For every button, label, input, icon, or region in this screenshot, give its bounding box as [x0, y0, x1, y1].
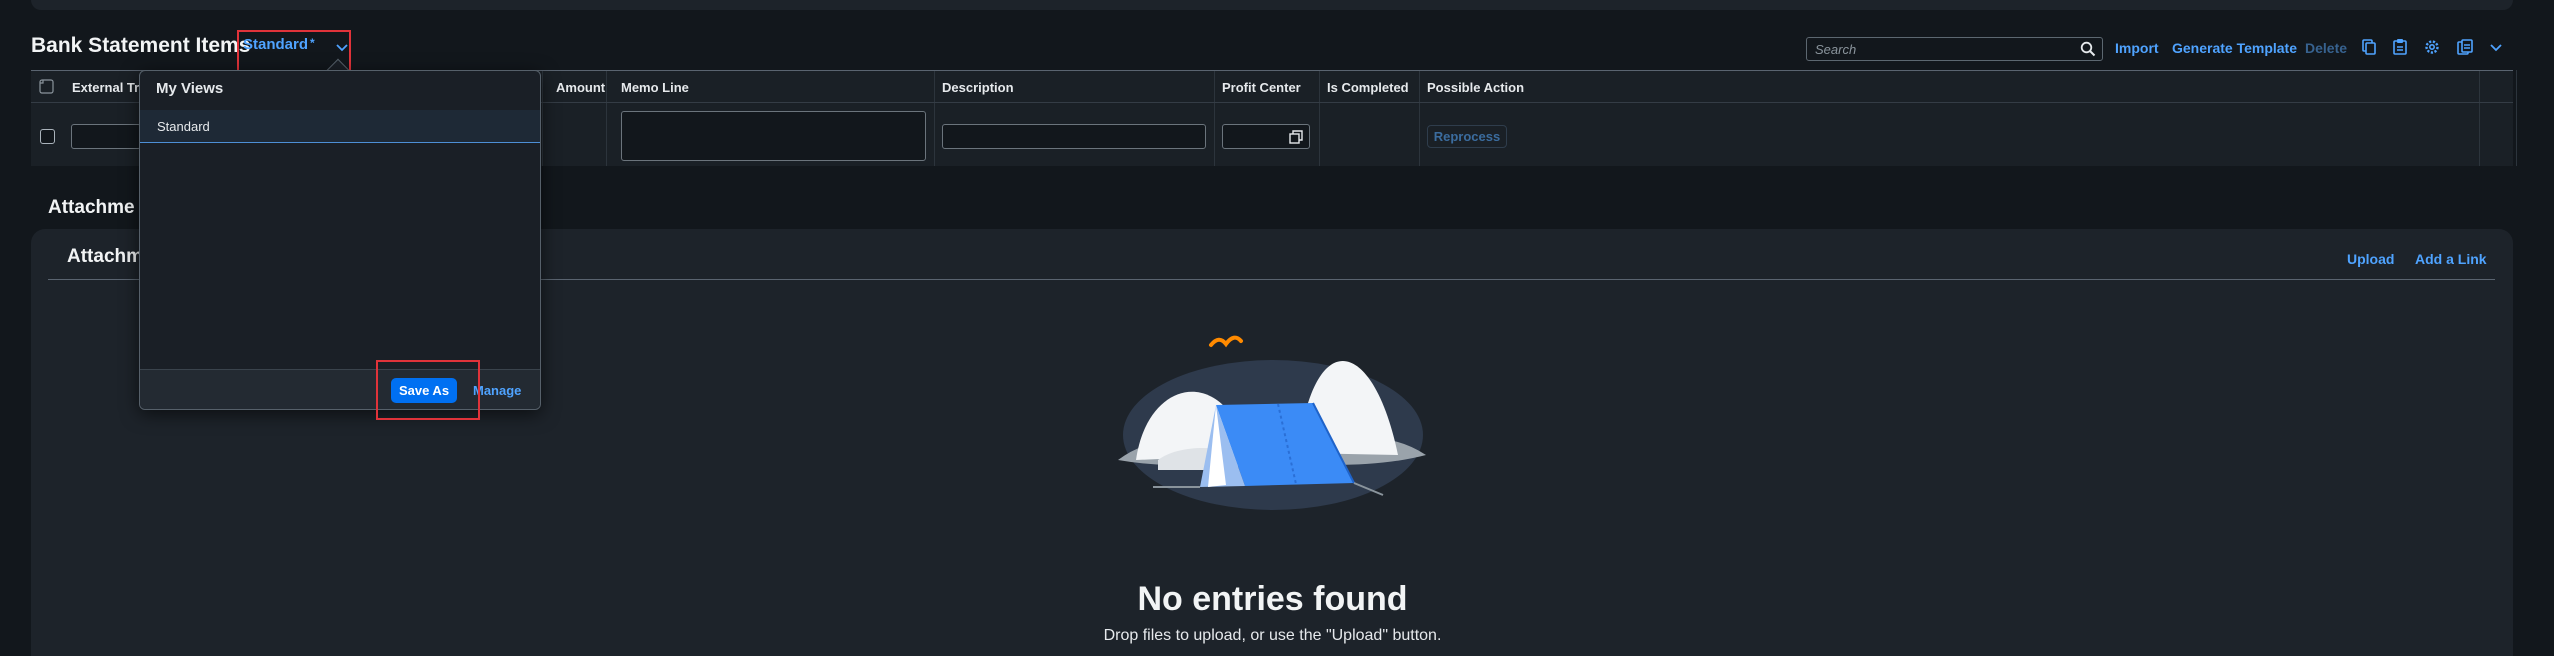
value-help-icon[interactable]: [1289, 130, 1303, 144]
column-header-description[interactable]: Description: [942, 80, 1014, 95]
empty-state-subtitle: Drop files to upload, or use the "Upload…: [1103, 627, 1442, 644]
my-views-title: My Views: [156, 80, 224, 97]
settings-icon[interactable]: [2423, 38, 2441, 56]
memo-line-input[interactable]: [621, 111, 926, 161]
column-header-possible-action[interactable]: Possible Action: [1427, 80, 1524, 95]
highlight-box-save-as: [376, 360, 480, 420]
description-input[interactable]: [942, 124, 1206, 149]
top-panel-edge: [31, 0, 2513, 10]
view-item-label: Standard: [157, 119, 210, 134]
search-field[interactable]: [1806, 37, 2103, 61]
attachments-panel-title: Attachm: [67, 246, 144, 267]
chevron-down-icon[interactable]: [2487, 38, 2505, 56]
add-link-button[interactable]: Add a Link: [2415, 251, 2487, 267]
column-header-amount[interactable]: Amount: [556, 80, 605, 95]
empty-state-title: No entries found: [1137, 580, 1408, 618]
column-header-external-transaction[interactable]: External Tr: [72, 80, 139, 95]
upload-button[interactable]: Upload: [2347, 251, 2394, 267]
column-header-is-completed[interactable]: Is Completed: [1327, 80, 1409, 95]
search-icon[interactable]: [2080, 41, 2096, 57]
bank-statement-items-title: Bank Statement Items: [31, 34, 251, 57]
import-button[interactable]: Import: [2115, 40, 2159, 56]
copy-icon[interactable]: [2360, 38, 2378, 56]
external-transaction-input[interactable]: [71, 124, 141, 149]
manage-button[interactable]: Manage: [473, 383, 521, 398]
search-input[interactable]: [1815, 39, 2065, 59]
profit-center-input[interactable]: [1222, 124, 1310, 149]
generate-template-button[interactable]: Generate Template: [2172, 40, 2297, 56]
empty-tent-illustration: [1118, 335, 1426, 510]
column-header-profit-center[interactable]: Profit Center: [1222, 80, 1301, 95]
reprocess-button[interactable]: Reprocess: [1427, 125, 1507, 148]
select-all-icon[interactable]: [39, 79, 54, 94]
delete-button[interactable]: Delete: [2305, 40, 2347, 56]
row-checkbox[interactable]: [40, 129, 55, 144]
paste-icon[interactable]: [2391, 38, 2409, 56]
attachments-section-title: Attachme: [48, 197, 135, 218]
column-header-memo-line[interactable]: Memo Line: [621, 80, 689, 95]
export-icon[interactable]: [2456, 38, 2474, 56]
view-item-standard[interactable]: Standard: [140, 110, 540, 143]
